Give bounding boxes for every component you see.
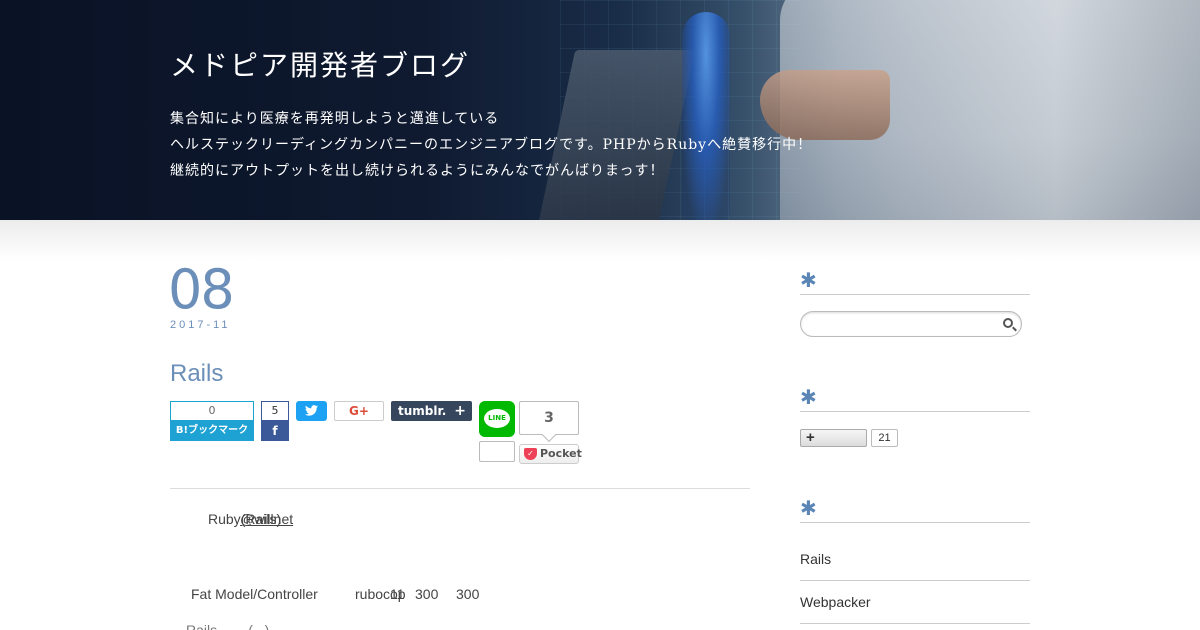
line-count: 3 xyxy=(519,401,579,435)
category-link-webpacker[interactable]: Webpacker xyxy=(800,581,1030,624)
site-description-line: ヘルステックリーディングカンパニーのエンジニアブログです。PHPからRubyへ絶… xyxy=(170,137,813,153)
follow-button[interactable]: + xyxy=(800,429,867,447)
widget-title-follow: ✱ xyxy=(800,388,1030,412)
tumblr-share-button[interactable]: tumblr. + xyxy=(391,401,472,421)
pocket-button[interactable]: ✓ Pocket xyxy=(519,444,582,464)
gplus-share-button[interactable]: G+ xyxy=(334,401,384,421)
author-link[interactable]: @willnet xyxy=(240,511,293,527)
facebook-share-button[interactable]: 5 f xyxy=(261,401,289,441)
follow-count: 21 xyxy=(871,429,898,447)
hatena-bookmark-button[interactable]: 0 B!ブックマーク xyxy=(170,401,254,441)
site-header: メドピア開発者ブログ 集合知により医療を再発明しようと邁進している ヘルステック… xyxy=(0,0,1200,220)
facebook-icon: f xyxy=(261,421,289,441)
site-description: 集合知により医療を再発明しようと邁進している ヘルステックリーディングカンパニー… xyxy=(170,106,812,184)
pocket-count xyxy=(479,441,515,462)
search-icon[interactable] xyxy=(1003,318,1013,328)
search-input[interactable] xyxy=(800,311,1022,337)
category-link-rails[interactable]: Rails xyxy=(800,538,1030,581)
site-title[interactable]: メドピア開発者ブログ xyxy=(170,44,470,84)
post-body-line: Rails ... ...(...) xyxy=(186,622,270,630)
pocket-label: Pocket xyxy=(540,447,582,460)
post-title[interactable]: Rails xyxy=(170,360,223,388)
twitter-icon xyxy=(305,405,318,416)
site-description-line: 集合知により医療を再発明しようと邁進している xyxy=(170,111,500,127)
header-shadow-band xyxy=(0,220,1200,260)
line-share-button[interactable]: LINE xyxy=(479,401,515,437)
divider xyxy=(170,488,750,489)
widget-title-categories: ✱ xyxy=(800,499,1030,523)
post-body-line: Ruby(Rails) @willnet xyxy=(208,511,294,527)
tumblr-label: tumblr. xyxy=(398,404,447,418)
hatena-label: B!ブックマーク xyxy=(170,421,254,441)
post-year-month: 2017-11 xyxy=(170,319,231,331)
twitter-share-button[interactable] xyxy=(296,401,327,421)
facebook-count: 5 xyxy=(261,401,289,421)
pocket-icon: ✓ xyxy=(524,448,537,460)
line-icon: LINE xyxy=(484,409,510,428)
plus-icon: + xyxy=(454,403,466,419)
hatena-count: 0 xyxy=(170,401,254,421)
post-day: 08 xyxy=(168,258,235,321)
site-description-line: 継続的にアウトプットを出し続けられるようにみんなでがんばりまっす！ xyxy=(170,163,665,179)
widget-title-search: ✱ xyxy=(800,271,1030,295)
